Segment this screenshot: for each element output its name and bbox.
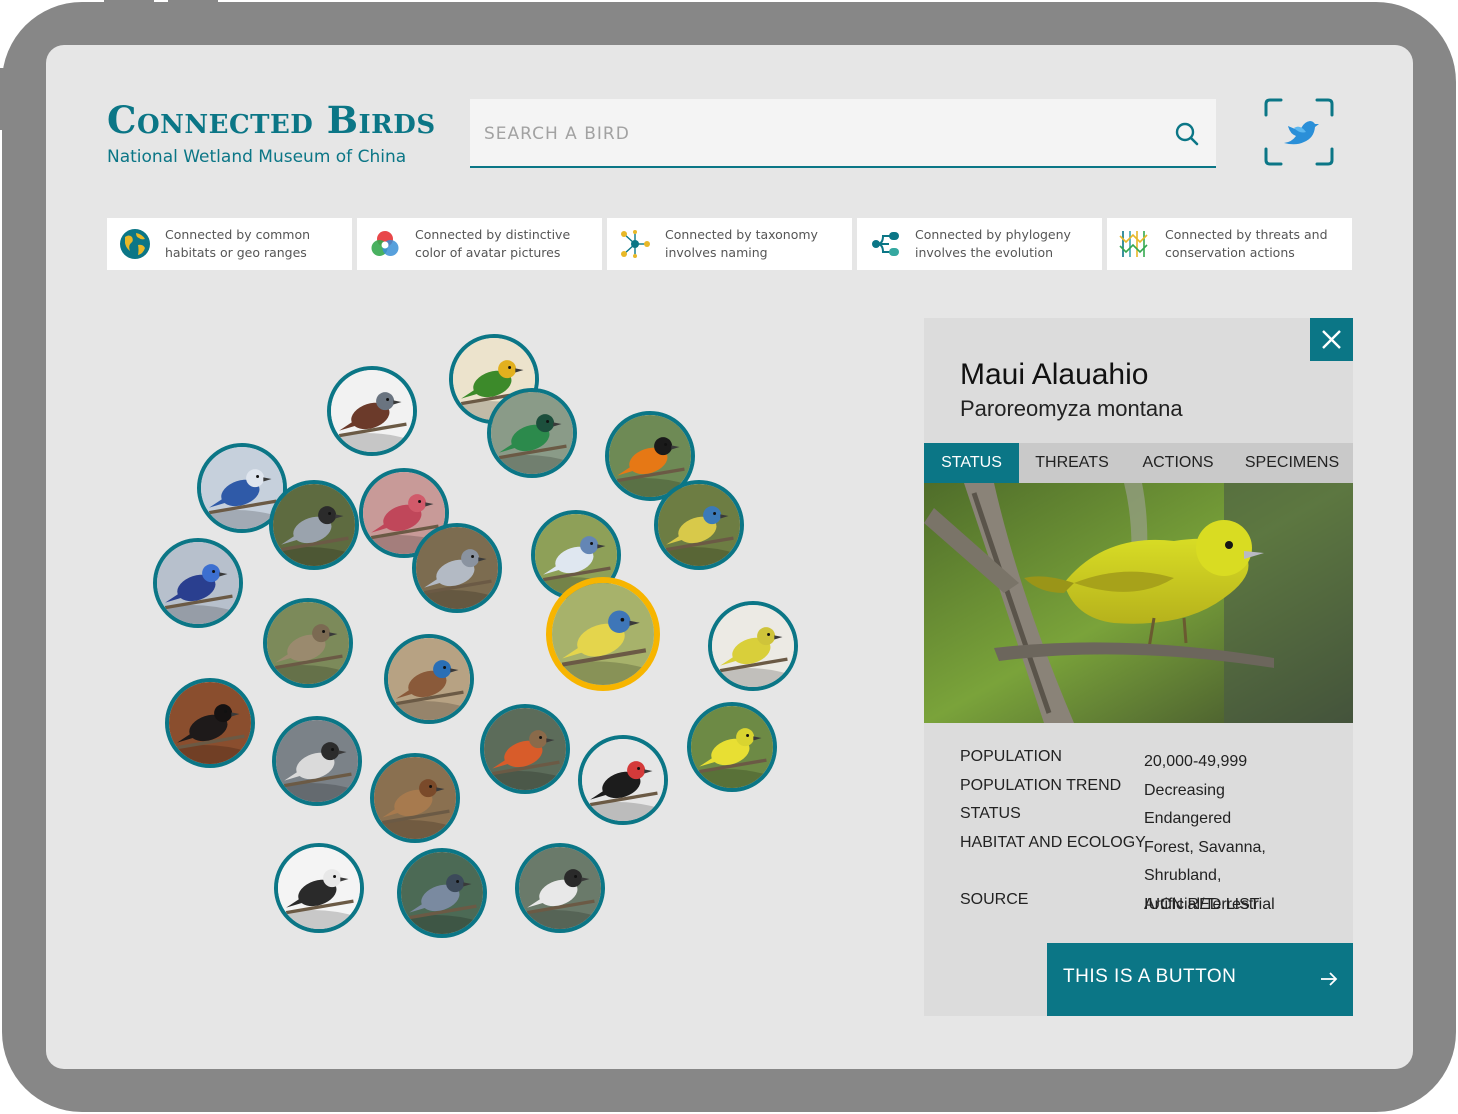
- device-side-button: [0, 68, 6, 130]
- bird-photo-icon: [157, 542, 239, 624]
- filter-card-phylogeny[interactable]: Connected by phylogeny involves the evol…: [857, 218, 1102, 270]
- bird-photo-icon: [276, 720, 358, 802]
- bird-avatar[interactable]: [384, 634, 474, 724]
- info-row-source: SOURCE IUCN RED LIST: [960, 891, 1340, 920]
- bird-photo-icon: [552, 583, 654, 685]
- bird-photo-icon: [582, 739, 664, 821]
- info-row-habitat: HABITAT AND ECOLOGY Forest, Savanna, Shr…: [960, 833, 1340, 913]
- bird-avatar[interactable]: [370, 753, 460, 843]
- info-row-population: POPULATION 20,000-49,999: [960, 748, 1340, 777]
- bird-photo-icon: [491, 392, 573, 474]
- bird-avatar[interactable]: [654, 480, 744, 570]
- bird-avatar[interactable]: [687, 702, 777, 792]
- threats-pattern-icon: [1119, 231, 1148, 257]
- close-button[interactable]: [1310, 318, 1353, 361]
- info-value: Decreasing: [1144, 781, 1225, 799]
- bird-avatar[interactable]: [274, 843, 364, 933]
- bird-avatar[interactable]: [578, 735, 668, 825]
- bird-avatar[interactable]: [487, 388, 577, 478]
- bird-avatar[interactable]: [708, 601, 798, 691]
- primary-action-button[interactable]: THIS IS A BUTTON: [1047, 943, 1353, 1016]
- globe-icon: [120, 229, 150, 259]
- filter-card-text: Connected by phylogeny involves the evol…: [915, 227, 1071, 260]
- arrow-right-icon: [1321, 972, 1338, 986]
- info-row-population-trend: POPULATION TREND Decreasing: [960, 777, 1340, 806]
- filter-card-habitat[interactable]: Connected by common habitats or geo rang…: [107, 218, 352, 270]
- info-row-status: STATUS Endangered: [960, 805, 1340, 834]
- bird-avatar[interactable]: [153, 538, 243, 628]
- filter-card-text: Connected by common habitats or geo rang…: [165, 227, 311, 260]
- bird-photo-icon: [278, 847, 360, 929]
- filter-card-text: Connected by distinctive color of avatar…: [415, 227, 571, 260]
- bird-photo-icon: [374, 757, 456, 839]
- bird-photo-icon: [169, 682, 251, 764]
- filter-card-text: Connected by taxonomy involves naming: [665, 227, 818, 260]
- bird-photo-icon: [416, 527, 498, 609]
- tab-status[interactable]: STATUS: [924, 443, 1019, 483]
- bird-photo-icon: [658, 484, 740, 566]
- bird-avatar[interactable]: [397, 848, 487, 938]
- bird-avatar[interactable]: [515, 843, 605, 933]
- bird-photo-icon: [519, 847, 601, 929]
- bird-avatar[interactable]: [165, 678, 255, 768]
- filter-card-threats[interactable]: Connected by threats and conservation ac…: [1107, 218, 1352, 270]
- bird-avatar[interactable]: [269, 480, 359, 570]
- detail-tabs: STATUS THREATS ACTIONS SPECIMENS: [924, 443, 1353, 483]
- network-nodes-icon: [621, 230, 650, 258]
- bird-avatar[interactable]: [263, 598, 353, 688]
- bird-avatar-selected[interactable]: [546, 577, 660, 691]
- bird-photo-icon: [712, 605, 794, 687]
- info-value: Endangered: [1144, 810, 1232, 827]
- bird-photo-icon: [267, 602, 349, 684]
- info-label: POPULATION TREND: [960, 776, 1122, 794]
- app-title: Connected Birds: [107, 98, 436, 142]
- phylogeny-tree-icon: [872, 232, 899, 256]
- bird-avatar[interactable]: [272, 716, 362, 806]
- device-notch: [104, 0, 154, 6]
- maui-alauahio-photo: [924, 483, 1353, 723]
- bird-scan-button[interactable]: [1264, 98, 1334, 166]
- info-value: IUCN RED LIST: [1144, 895, 1260, 913]
- bird-detail-panel: Maui Alauahio Paroreomyza montana STATUS…: [924, 318, 1353, 1016]
- bird-photo-icon: [401, 852, 483, 934]
- bird-photo-icon: [484, 708, 566, 790]
- status-info: POPULATION 20,000-49,999 POPULATION TREN…: [960, 748, 1340, 919]
- tab-threats[interactable]: THREATS: [1019, 443, 1125, 483]
- bird-photo-icon: [388, 638, 470, 720]
- color-wheel-icon: [371, 231, 399, 256]
- info-label: STATUS: [960, 805, 1021, 822]
- tab-specimens[interactable]: SPECIMENS: [1231, 443, 1353, 483]
- bird-photo-icon: [331, 370, 413, 452]
- bird-scan-icon: [1264, 98, 1334, 166]
- info-label: POPULATION: [960, 748, 1062, 765]
- bird-photo-icon: [691, 706, 773, 788]
- bird-network: [136, 323, 816, 1003]
- app-screen: Connected Birds National Wetland Museum …: [46, 45, 1413, 1069]
- bird-scientific-name: Paroreomyza montana: [960, 396, 1183, 421]
- search-icon[interactable]: [1174, 121, 1200, 147]
- app-subtitle: National Wetland Museum of China: [107, 147, 407, 167]
- bird-avatar[interactable]: [327, 366, 417, 456]
- tab-actions[interactable]: ACTIONS: [1125, 443, 1231, 483]
- bird-common-name: Maui Alauahio: [960, 358, 1149, 391]
- info-label: SOURCE: [960, 890, 1029, 908]
- close-icon: [1322, 330, 1341, 349]
- info-value: 20,000-49,999: [1144, 753, 1248, 770]
- bird-photo-icon: [273, 484, 355, 566]
- search-input[interactable]: [484, 117, 1144, 151]
- bird-avatar[interactable]: [412, 523, 502, 613]
- info-label: HABITAT AND ECOLOGY: [960, 833, 1146, 851]
- search-bar: [470, 99, 1216, 168]
- device-notch: [168, 0, 218, 6]
- connection-filters: Connected by common habitats or geo rang…: [107, 218, 1353, 270]
- filter-card-text: Connected by threats and conservation ac…: [1165, 227, 1328, 260]
- button-label: THIS IS A BUTTON: [1063, 966, 1237, 987]
- filter-card-taxonomy[interactable]: Connected by taxonomy involves naming: [607, 218, 852, 270]
- bird-photo: [924, 483, 1353, 723]
- filter-card-color[interactable]: Connected by distinctive color of avatar…: [357, 218, 602, 270]
- bird-avatar[interactable]: [480, 704, 570, 794]
